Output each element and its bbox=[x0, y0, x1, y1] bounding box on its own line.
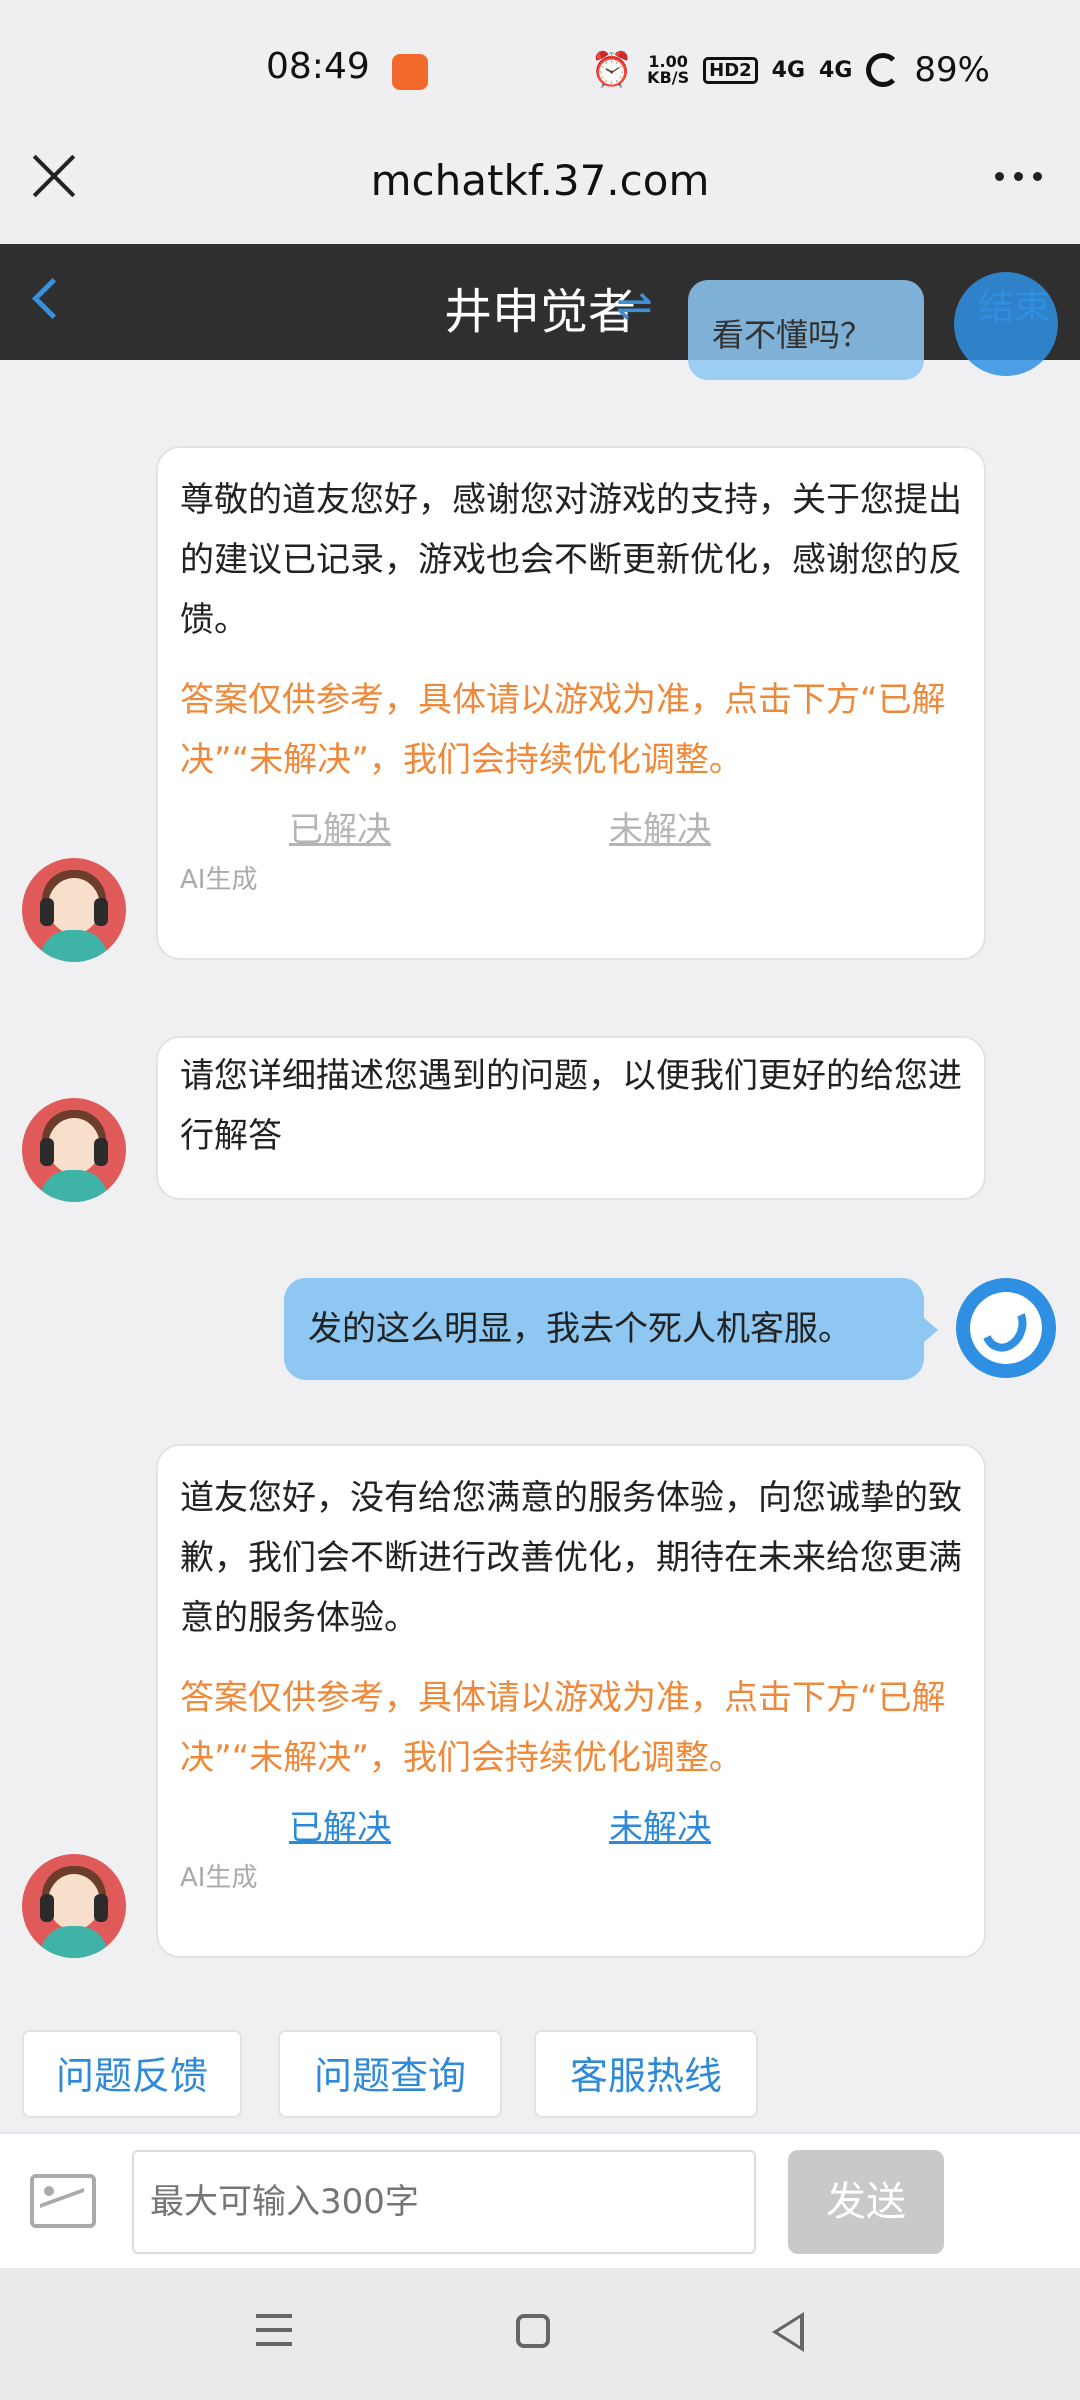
signal-icon-2: 4G bbox=[819, 57, 853, 83]
message-text: 发的这么明显，我去个死人机客服。 bbox=[308, 1309, 852, 1349]
status-time: 08:49 bbox=[266, 46, 370, 87]
net-speed-unit: KB/S bbox=[647, 68, 690, 87]
input-bar: 发送 bbox=[0, 2132, 1080, 2270]
agent-avatar bbox=[22, 1854, 126, 1958]
message-input[interactable] bbox=[132, 2150, 756, 2254]
swap-icon[interactable]: ⇌ bbox=[616, 280, 653, 331]
feedback-actions: 已解决 未解决 bbox=[180, 800, 962, 860]
hd-badge: HD2 bbox=[703, 56, 758, 84]
user-message: 发的这么明显，我去个死人机客服。 bbox=[284, 1278, 938, 1380]
home-icon[interactable] bbox=[516, 2314, 550, 2348]
quick-hotline-button[interactable]: 客服热线 bbox=[534, 2030, 758, 2118]
resolved-link[interactable]: 已解决 bbox=[180, 800, 500, 860]
message-text: 请您详细描述您遇到的问题，以便我们更好的给您进行解答 bbox=[180, 1056, 962, 1156]
feedback-actions: 已解决 未解决 bbox=[180, 1798, 962, 1858]
image-upload-icon[interactable] bbox=[30, 2174, 96, 2228]
status-icons: ⏰ 1.00 KB/S HD2 4G 4G 89% bbox=[591, 50, 990, 90]
message-text: 道友您好，没有给您满意的服务体验，向您诚挚的致歉，我们会不断进行改善优化，期待在… bbox=[180, 1478, 962, 1638]
menu-icon[interactable] bbox=[256, 2314, 292, 2346]
app-notification-icon bbox=[392, 54, 428, 90]
alarm-icon: ⏰ bbox=[590, 50, 634, 90]
quick-query-button[interactable]: 问题查询 bbox=[278, 2030, 502, 2118]
quick-feedback-button[interactable]: 问题反馈 bbox=[22, 2030, 242, 2118]
url-text: mchatkf.37.com bbox=[370, 156, 710, 205]
message-text: 尊敬的道友您好，感谢您对游戏的支持，关于您提出的建议已记录，游戏也会不断更新优化… bbox=[180, 480, 962, 640]
net-speed: 1.00 KB/S bbox=[647, 54, 689, 86]
agent-avatar bbox=[22, 858, 126, 962]
floating-user-message: 看不懂吗？ bbox=[688, 280, 924, 380]
agent-message: 请您详细描述您遇到的问题，以便我们更好的给您进行解答 bbox=[156, 1036, 986, 1200]
chat-area[interactable]: 尊敬的道友您好，感谢您对游戏的支持，关于您提出的建议已记录，游戏也会不断更新优化… bbox=[0, 360, 1080, 2016]
floating-user-avatar bbox=[954, 272, 1058, 376]
unresolved-link[interactable]: 未解决 bbox=[500, 800, 820, 860]
battery-ring-icon bbox=[866, 53, 901, 87]
agent-message: 尊敬的道友您好，感谢您对游戏的支持，关于您提出的建议已记录，游戏也会不断更新优化… bbox=[156, 446, 986, 960]
quick-actions: 问题反馈 问题查询 客服热线 bbox=[0, 2016, 1080, 2132]
agent-avatar bbox=[22, 1098, 126, 1202]
user-avatar bbox=[956, 1278, 1056, 1378]
message-note: 答案仅供参考，具体请以游戏为准，点击下方“已解决”“未解决”，我们会持续优化调整… bbox=[180, 680, 946, 780]
battery-level: 89% bbox=[914, 50, 990, 90]
ai-generated-tag: AI生成 bbox=[180, 1863, 258, 1893]
message-note: 答案仅供参考，具体请以游戏为准，点击下方“已解决”“未解决”，我们会持续优化调整… bbox=[180, 1678, 946, 1778]
more-options-icon[interactable] bbox=[995, 172, 1042, 181]
agent-name: 井申觉者 bbox=[443, 284, 636, 340]
unresolved-link[interactable]: 未解决 bbox=[500, 1798, 820, 1858]
system-nav-bar bbox=[0, 2268, 1080, 2400]
browser-bar: mchatkf.37.com bbox=[0, 118, 1080, 244]
resolved-link[interactable]: 已解决 bbox=[180, 1798, 500, 1858]
signal-icon-1: 4G bbox=[771, 57, 806, 83]
ai-generated-tag: AI生成 bbox=[180, 865, 258, 895]
agent-message: 道友您好，没有给您满意的服务体验，向您诚挚的致歉，我们会不断进行改善优化，期待在… bbox=[156, 1444, 986, 1958]
back-icon[interactable] bbox=[772, 2312, 804, 2352]
send-button[interactable]: 发送 bbox=[788, 2150, 944, 2254]
